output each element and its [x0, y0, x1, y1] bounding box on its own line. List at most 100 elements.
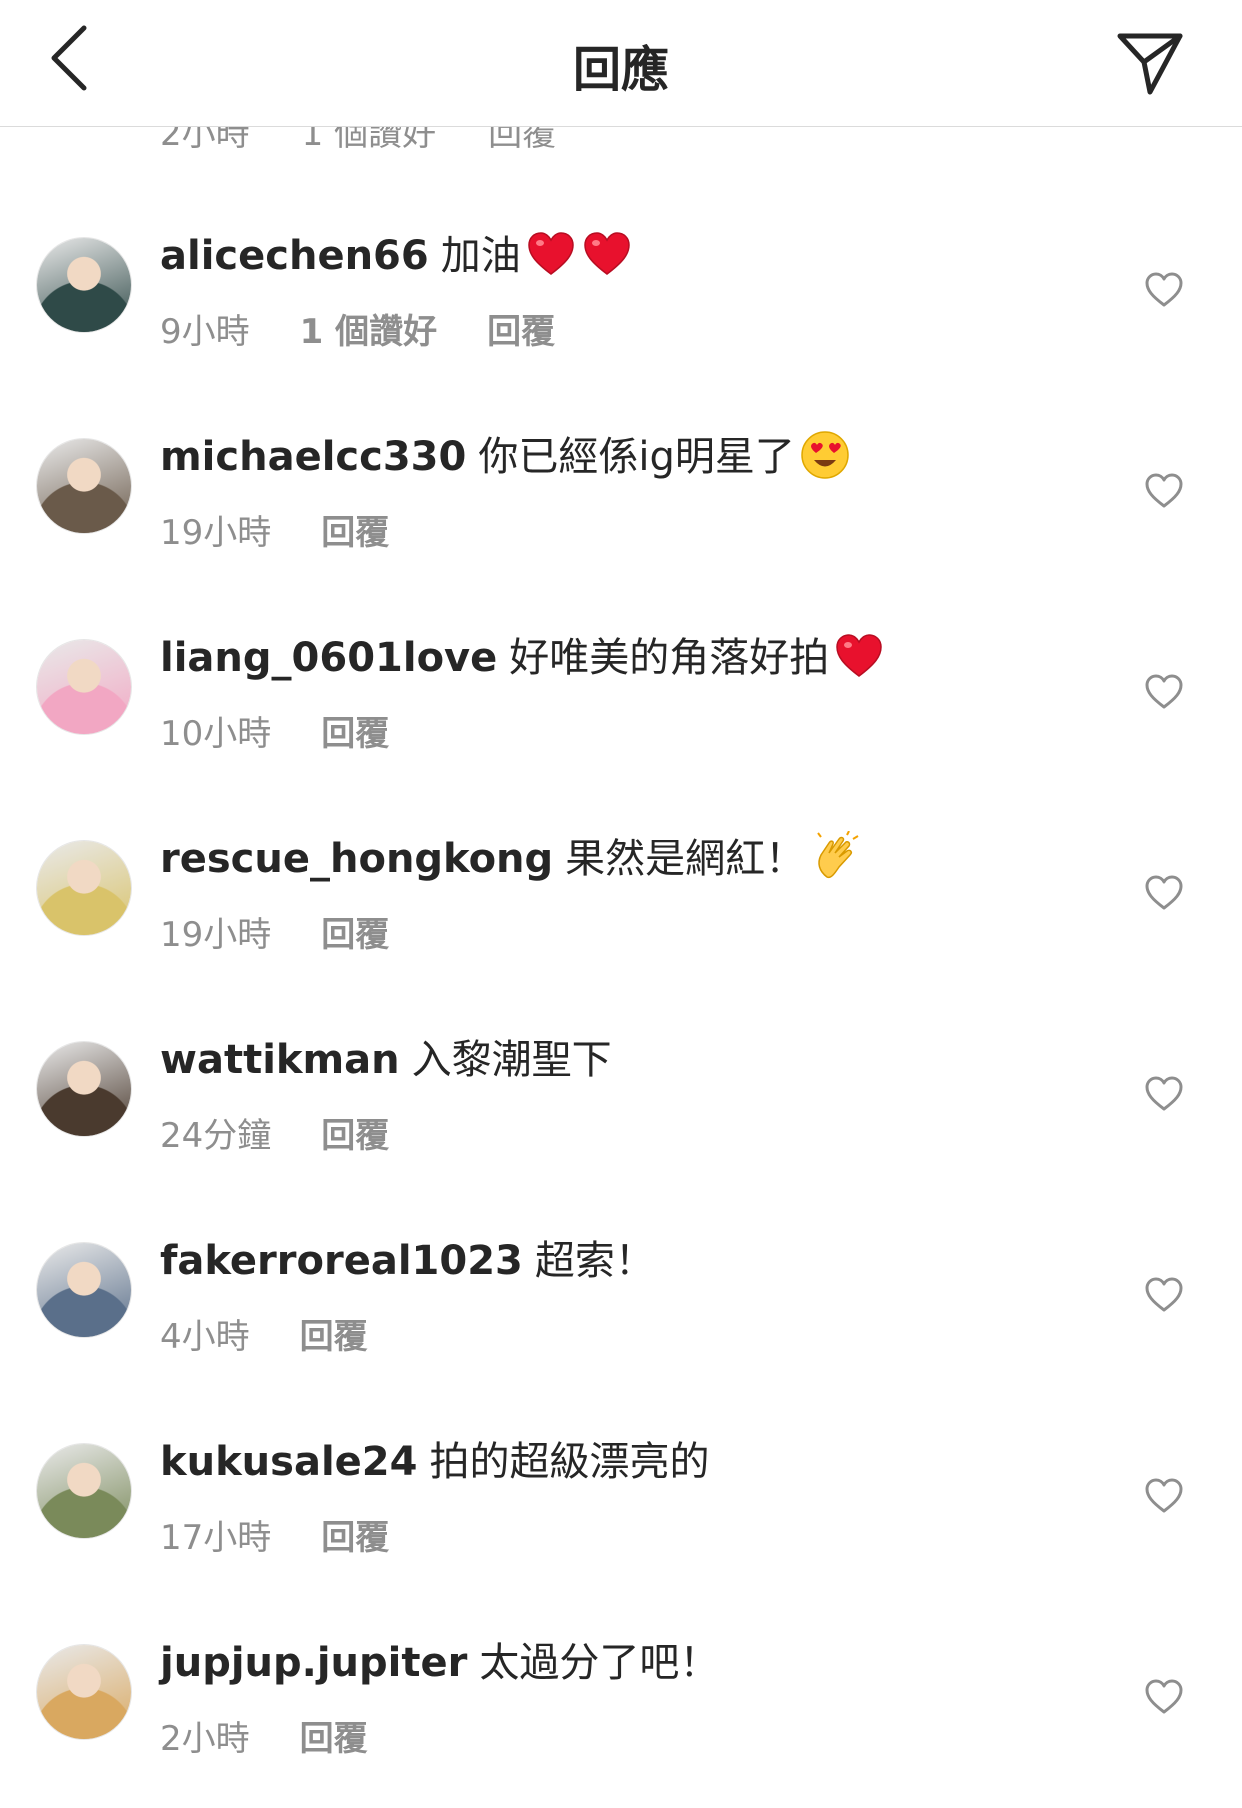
heart-outline-icon: [1145, 1679, 1183, 1714]
comment-username[interactable]: alicechen66: [160, 233, 429, 279]
comment-text: kukusale24 拍的超級漂亮的: [160, 1434, 1102, 1490]
comment-body: 拍的超級漂亮的: [429, 1439, 710, 1485]
comment-item: fakerroreal1023 超索！ 4小時 回覆: [0, 1205, 1242, 1406]
like-button[interactable]: [1144, 1476, 1184, 1516]
comment-username[interactable]: fakerroreal1023: [160, 1238, 523, 1284]
comment-meta: 24分鐘 回覆: [160, 1108, 389, 1157]
comment-item: rescue_hongkong 果然是網紅！ 19小時 回覆: [0, 803, 1242, 1004]
comment-time: 10小時: [160, 714, 272, 754]
reply-button[interactable]: 回覆: [300, 1309, 368, 1358]
comment-text: fakerroreal1023 超索！: [160, 1233, 1102, 1289]
reply-button[interactable]: 回覆: [321, 1510, 389, 1559]
reply-button[interactable]: 回覆: [487, 304, 555, 353]
comment-body: 加油: [440, 233, 521, 279]
comment-item: michaelcc330 你已經係ig明星了 19小時 回覆: [0, 401, 1242, 602]
avatar[interactable]: [36, 1242, 132, 1338]
avatar-image: [37, 1042, 131, 1136]
top-nav-bar: 回應: [0, 0, 1242, 127]
comment-time: 19小時: [160, 513, 272, 553]
avatar[interactable]: [36, 840, 132, 936]
avatar-image: [37, 640, 131, 734]
comments-list: alicechen66 加油 9小時 1 個讚好 回覆 michaelcc330 你…: [0, 200, 1242, 1808]
heart-outline-icon: [1145, 674, 1183, 709]
avatar-image: [37, 238, 131, 332]
heart-eyes-emoji-icon: [799, 429, 851, 481]
like-button[interactable]: [1144, 471, 1184, 511]
comment-meta: 19小時 回覆: [160, 907, 389, 956]
comment-body: 你已經係ig明星了: [478, 434, 795, 480]
page-title: 回應: [572, 42, 669, 98]
comment-time: 9小時: [160, 312, 250, 352]
avatar-image: [37, 841, 131, 935]
avatar-image: [37, 1243, 131, 1337]
reply-button[interactable]: 回覆: [300, 1711, 368, 1760]
avatar[interactable]: [36, 1041, 132, 1137]
comment-likes[interactable]: 1 個讚好: [302, 126, 436, 155]
avatar[interactable]: [36, 1644, 132, 1740]
partial-comment-meta: 2小時 1 個讚好 回覆: [160, 126, 556, 155]
comment-username[interactable]: michaelcc330: [160, 434, 466, 480]
comment-time: 2小時: [160, 1719, 250, 1759]
comment-body: 超索！: [534, 1238, 655, 1284]
comment-username[interactable]: wattikman: [160, 1037, 400, 1083]
comment-text: rescue_hongkong 果然是網紅！: [160, 830, 1102, 887]
comment-text: liang_0601love 好唯美的角落好拍: [160, 630, 1102, 686]
comment-meta: 17小時 回覆: [160, 1510, 389, 1559]
comment-body: 好唯美的角落好拍: [509, 635, 830, 681]
comment-body: 入黎潮聖下: [411, 1037, 612, 1083]
comment-likes[interactable]: 1 個讚好: [300, 304, 438, 353]
heart-emoji-icon: [525, 228, 577, 280]
comment-time: 19小時: [160, 915, 272, 955]
heart-outline-icon: [1145, 1277, 1183, 1312]
heart-outline-icon: [1145, 1076, 1183, 1111]
comment-meta: 10小時 回覆: [160, 706, 389, 755]
like-button[interactable]: [1144, 1275, 1184, 1315]
paper-plane-icon: [1117, 33, 1183, 95]
avatar[interactable]: [36, 639, 132, 735]
comment-text: alicechen66 加油: [160, 228, 1102, 284]
reply-button[interactable]: 回覆: [321, 1108, 389, 1157]
heart-emoji-icon: [833, 630, 885, 682]
comment-time: 24分鐘: [160, 1116, 272, 1156]
like-button[interactable]: [1144, 672, 1184, 712]
heart-outline-icon: [1145, 875, 1183, 910]
share-button[interactable]: [1112, 24, 1188, 100]
comment-username[interactable]: kukusale24: [160, 1439, 417, 1485]
comment-username[interactable]: jupjup.jupiter: [160, 1640, 467, 1686]
comment-username[interactable]: rescue_hongkong: [160, 836, 553, 882]
like-button[interactable]: [1144, 1677, 1184, 1717]
heart-outline-icon: [1145, 473, 1183, 508]
avatar-image: [37, 439, 131, 533]
avatar-image: [37, 1645, 131, 1739]
comment-time: 17小時: [160, 1518, 272, 1558]
heart-outline-icon: [1145, 272, 1183, 307]
comment-item: alicechen66 加油 9小時 1 個讚好 回覆: [0, 200, 1242, 401]
comment-item: liang_0601love 好唯美的角落好拍 10小時 回覆: [0, 602, 1242, 803]
avatar[interactable]: [36, 237, 132, 333]
like-button[interactable]: [1144, 1074, 1184, 1114]
comment-item: kukusale24 拍的超級漂亮的 17小時 回覆: [0, 1406, 1242, 1607]
like-button[interactable]: [1144, 873, 1184, 913]
reply-button[interactable]: 回覆: [321, 907, 389, 956]
comment-username[interactable]: liang_0601love: [160, 635, 497, 681]
comment-time: 2小時: [160, 126, 250, 154]
like-button[interactable]: [1144, 270, 1184, 310]
reply-button[interactable]: 回覆: [321, 706, 389, 755]
comment-item: jupjup.jupiter 太過分了吧！ 2小時 回覆: [0, 1607, 1242, 1808]
partial-comment-row: 2小時 1 個讚好 回覆: [0, 126, 1242, 156]
avatar[interactable]: [36, 438, 132, 534]
comment-meta: 2小時 回覆: [160, 1711, 368, 1760]
comment-text: michaelcc330 你已經係ig明星了: [160, 429, 1102, 485]
clap-emoji-icon: [809, 830, 861, 883]
comment-text: jupjup.jupiter 太過分了吧！: [160, 1635, 1102, 1691]
heart-outline-icon: [1145, 1478, 1183, 1513]
comment-body: 太過分了吧！: [479, 1640, 720, 1686]
comment-body: 果然是網紅！: [565, 836, 806, 882]
comment-item: wattikman 入黎潮聖下 24分鐘 回覆: [0, 1004, 1242, 1205]
avatar[interactable]: [36, 1443, 132, 1539]
reply-button[interactable]: 回覆: [321, 505, 389, 554]
heart-emoji-icon: [581, 228, 633, 280]
reply-button[interactable]: 回覆: [488, 126, 556, 155]
comment-time: 4小時: [160, 1317, 250, 1357]
comment-meta: 9小時 1 個讚好 回覆: [160, 304, 555, 353]
